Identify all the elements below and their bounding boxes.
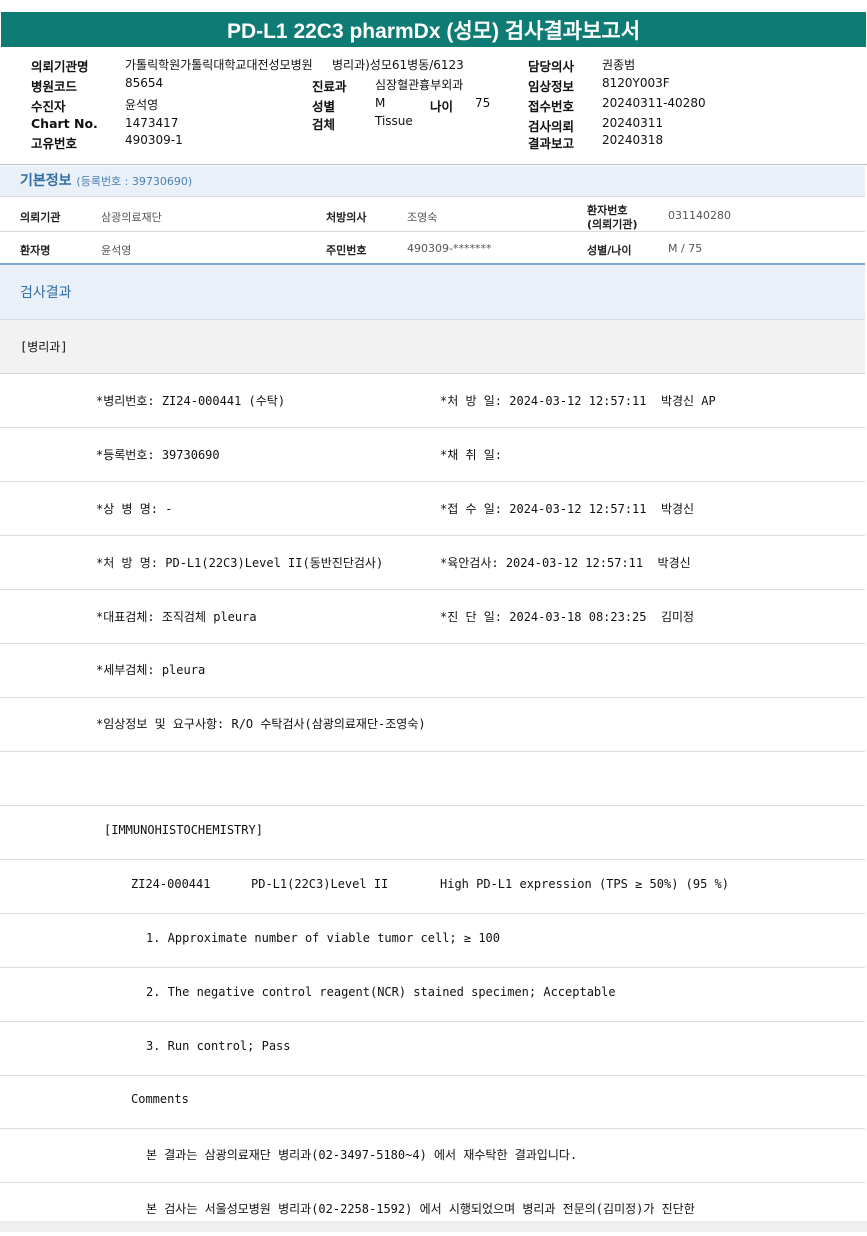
ihc-item: 1. Approximate number of viable tumor ce… <box>146 931 501 945</box>
result-left: *세부검체: pleura <box>96 663 206 677</box>
request-date-value: 20240311 <box>602 116 664 130</box>
specimen-value: Tissue <box>375 114 413 128</box>
age-label: 나이 <box>430 99 454 114</box>
patient-name-value: 윤석영 <box>101 244 132 257</box>
result-right: *육안검사: 2024-03-12 12:57:11 박경신 <box>440 556 691 570</box>
report-date-value: 20240318 <box>602 133 664 147</box>
result-right: *진 단 일: 2024-03-18 08:23:25 김미정 <box>440 610 695 624</box>
comments-label: Comments <box>131 1092 189 1106</box>
unique-no-value: 490309-1 <box>125 133 183 147</box>
clinical-info-label: 임상정보 <box>528 79 575 94</box>
ihc-item: 2. The negative control reagent(NCR) sta… <box>146 985 616 999</box>
receipt-no-label: 접수번호 <box>528 99 575 114</box>
result-left: *임상정보 및 요구사항: R/O 수탁검사(삼광의료재단-조영숙) <box>96 717 426 731</box>
comment-line: 본 결과는 삼광의료재단 병리과(02-3497-5180~4) 에서 재수탁한… <box>146 1148 578 1162</box>
ihc-id: ZI24-000441 <box>131 877 211 891</box>
ihc-item: 3. Run control; Pass <box>146 1039 291 1053</box>
institution-label: 의뢰기관명 <box>31 59 89 74</box>
resident-no-label: 주민번호 <box>326 244 367 257</box>
result-right: *채 취 일: <box>440 448 503 462</box>
report-title: PD-L1 22C3 pharmDx (성모) 검사결과보고서 <box>1 12 866 47</box>
hospital-code-label: 병원코드 <box>31 79 78 94</box>
department-value: 심장혈관흉부외과 <box>375 78 464 92</box>
result-row <box>0 1075 865 1129</box>
registration-number: (등록번호 : 39730690) <box>76 175 193 188</box>
resident-no-value: 490309-******* <box>407 242 492 255</box>
chart-no-label: Chart No. <box>31 116 98 131</box>
sex-age-value: M / 75 <box>668 242 703 255</box>
report-date-label: 결과보고 <box>528 136 575 151</box>
pathology-section <box>0 320 865 374</box>
sex-value: M <box>375 96 386 110</box>
pathology-label: [병리과] <box>20 340 68 354</box>
result-left: *등록번호: 39730690 <box>96 448 220 462</box>
patient-no-sublabel: (의뢰기관) <box>587 218 638 231</box>
specimen-label: 검체 <box>312 117 336 132</box>
prescriber-value: 조영숙 <box>407 211 438 224</box>
sex-age-label: 성별/나이 <box>587 244 632 257</box>
doctor-label: 담당의사 <box>528 59 575 74</box>
unique-no-label: 고유번호 <box>31 136 78 151</box>
ihc-result: High PD-L1 expression (TPS ≥ 50%) (95 %) <box>440 877 729 891</box>
patient-label: 수진자 <box>31 99 66 114</box>
result-row <box>0 1022 865 1076</box>
hospital-code-value: 85654 <box>125 76 164 90</box>
institution-value: 가톨릭학원가톨릭대학교대전성모병원 <box>125 58 313 72</box>
comment-line: 본 검사는 서울성모병원 병리과(02-2258-1592) 에서 시행되었으며… <box>146 1202 695 1216</box>
horizontal-scrollbar[interactable] <box>0 1221 867 1232</box>
requesting-institution-label: 의뢰기관 <box>20 211 61 224</box>
results-section <box>0 265 865 320</box>
result-left: *병리번호: ZI24-000441 (수탁) <box>96 394 286 408</box>
result-row <box>0 860 865 914</box>
blank-row <box>0 752 865 806</box>
doctor-value: 권종범 <box>602 58 636 72</box>
result-left: *대표검체: 조직검체 pleura <box>96 610 257 624</box>
result-right: *접 수 일: 2024-03-12 12:57:11 박경신 <box>440 502 695 516</box>
receipt-no-value: 20240311-40280 <box>602 96 706 110</box>
sex-label: 성별 <box>312 99 336 114</box>
requesting-institution-value: 삼광의료재단 <box>101 211 162 224</box>
prescriber-label: 처방의사 <box>326 211 367 224</box>
result-right: *처 방 일: 2024-03-12 12:57:11 박경신 AP <box>440 394 716 408</box>
result-left: *상 병 명: - <box>96 502 173 516</box>
chart-no-value: 1473417 <box>125 116 179 130</box>
patient-name-label: 환자명 <box>20 244 51 257</box>
age-value: 75 <box>475 96 491 110</box>
result-left: *처 방 명: PD-L1(22C3)Level II(동반진단검사) <box>96 556 384 570</box>
ihc-test: PD-L1(22C3)Level II <box>251 877 389 891</box>
results-title: 검사결과 <box>20 285 72 301</box>
basic-info-title: 기본정보 (등록번호 : 39730690) <box>20 173 193 189</box>
ward-value: 병리과)성모61병동/6123 <box>332 58 464 72</box>
patient-no-value: 031140280 <box>668 209 731 222</box>
clinical-info-value: 8120Y003F <box>602 76 670 90</box>
ihc-header: [IMMUNOHISTOCHEMISTRY] <box>104 823 263 837</box>
patient-value: 윤석영 <box>125 98 159 112</box>
header-divider <box>0 164 867 165</box>
department-label: 진료과 <box>312 79 347 94</box>
